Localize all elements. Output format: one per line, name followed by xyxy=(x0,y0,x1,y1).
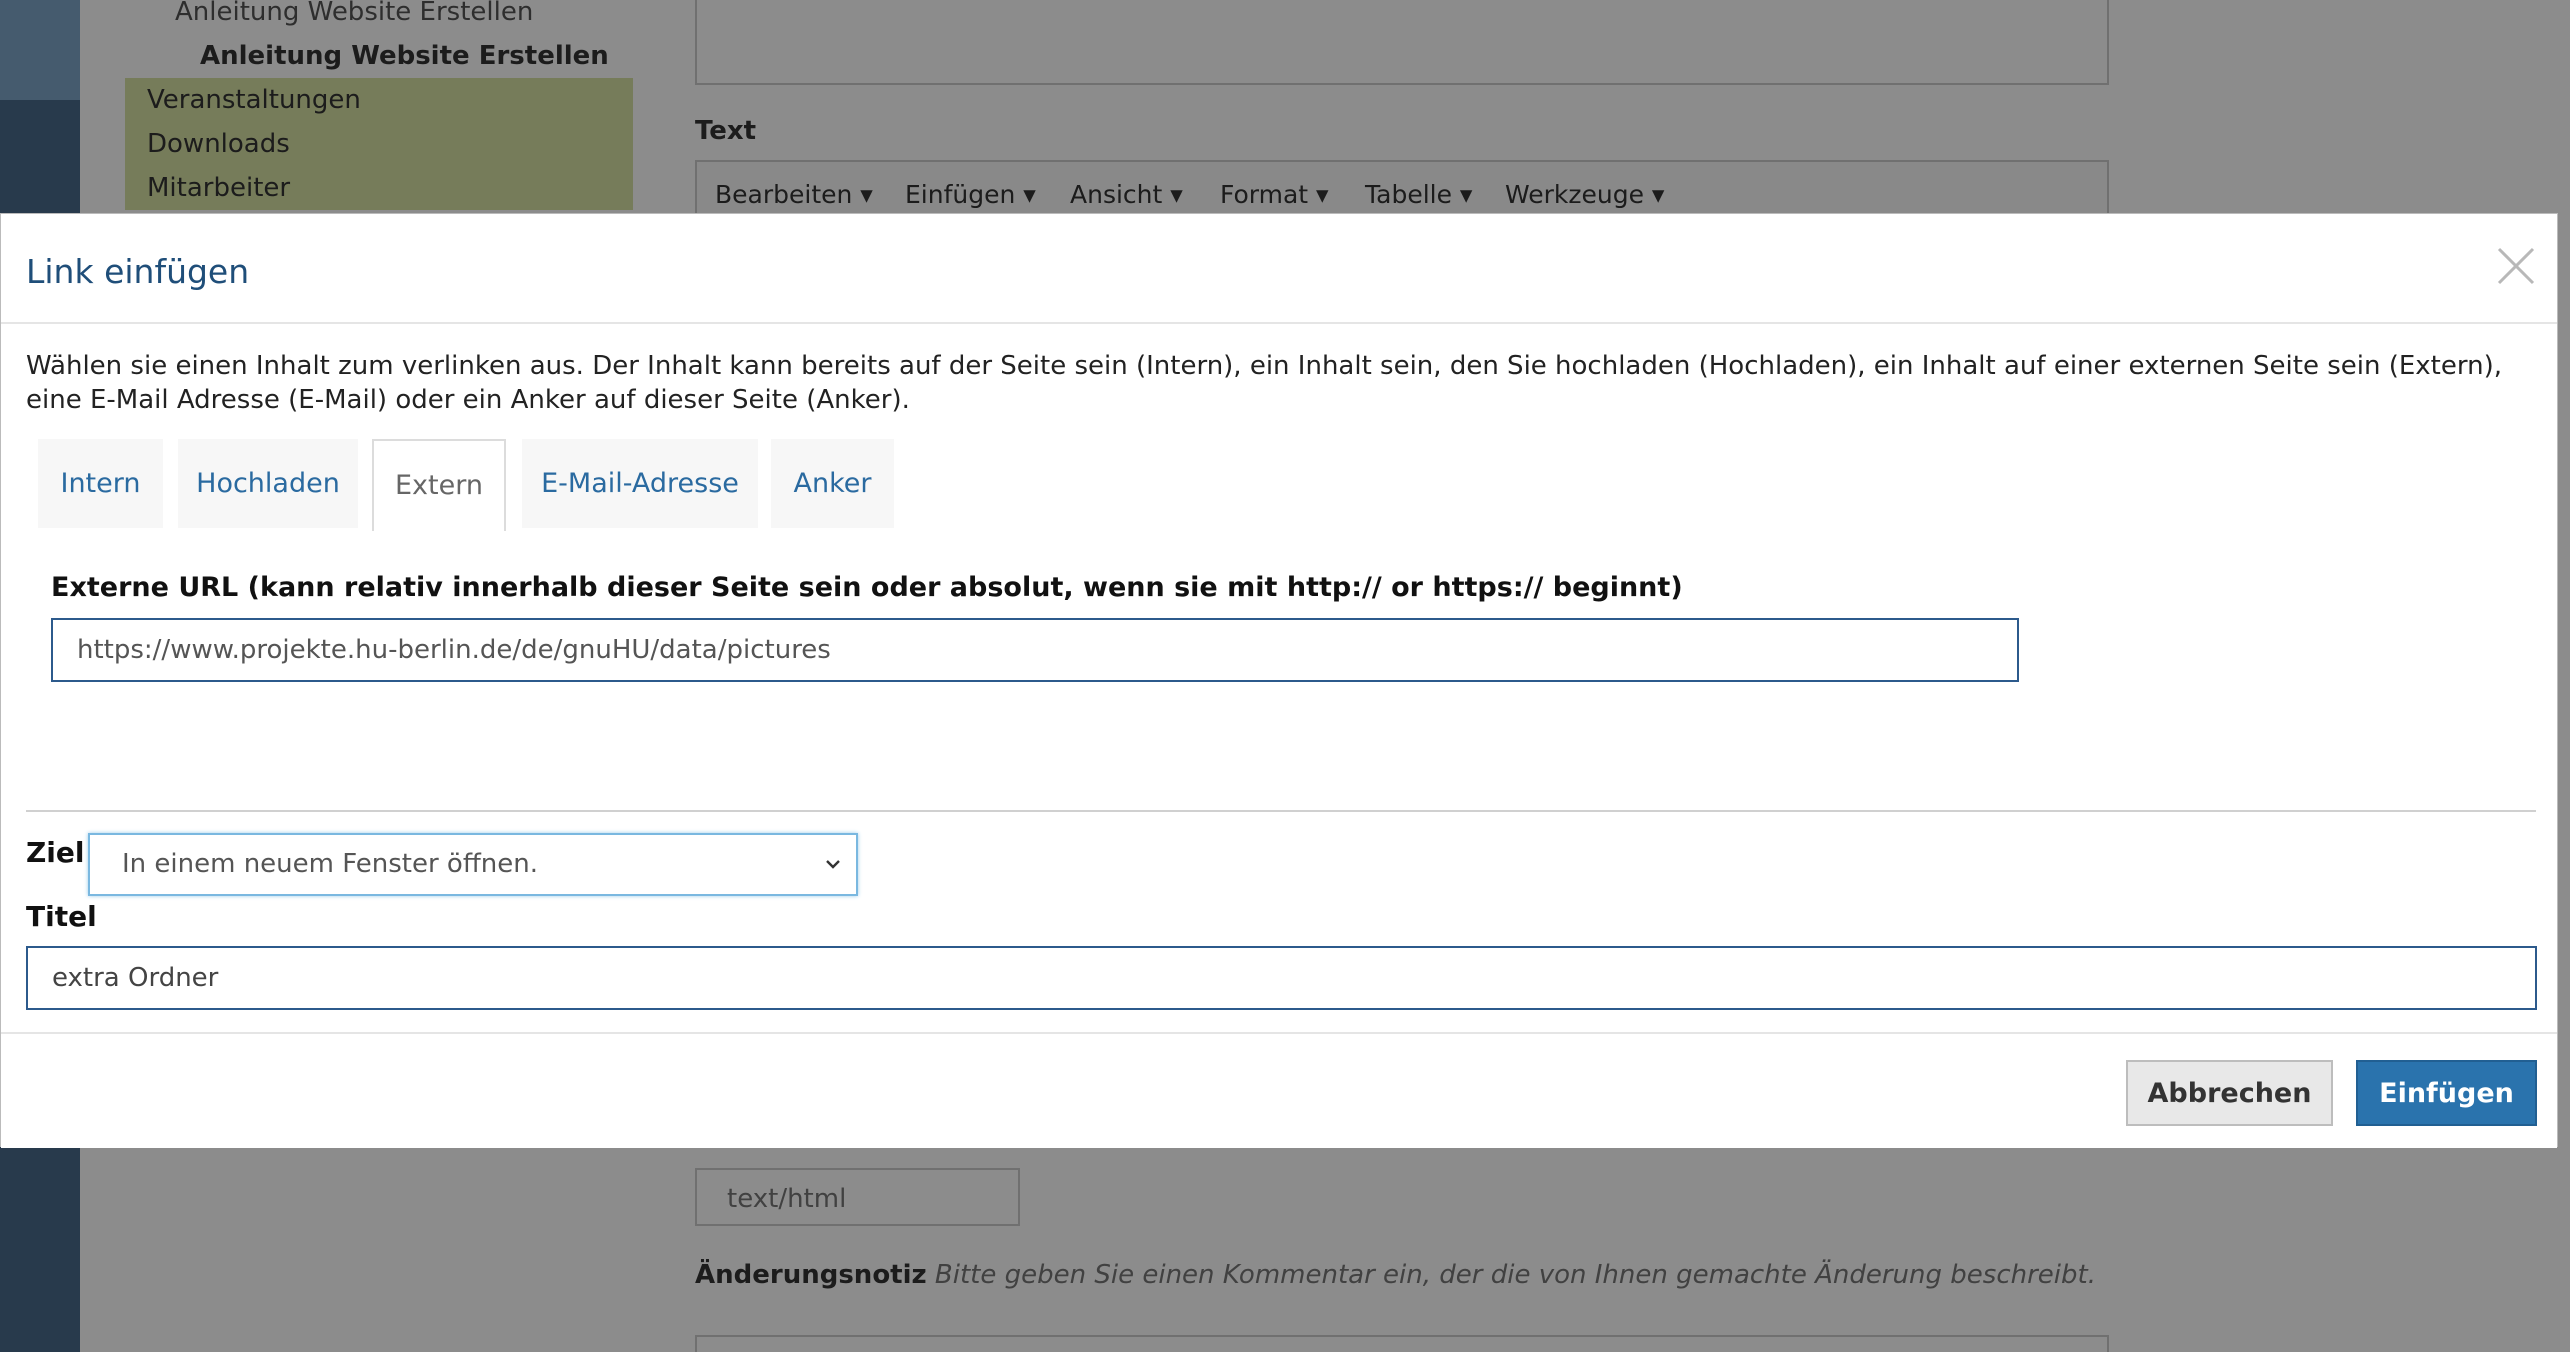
tab-intern[interactable]: Intern xyxy=(38,439,163,528)
tab-anker[interactable]: Anker xyxy=(771,439,894,528)
dialog-footer: Abbrechen Einfügen xyxy=(1,1032,2557,1148)
close-button[interactable] xyxy=(2486,229,2546,299)
dialog-header: Link einfügen xyxy=(1,214,2557,324)
target-label: Ziel xyxy=(26,836,85,869)
target-select-value: In einem neuem Fenster öffnen. xyxy=(122,849,538,879)
close-icon xyxy=(2497,247,2535,285)
dialog-title: Link einfügen xyxy=(26,252,250,291)
title-label: Titel xyxy=(26,900,97,933)
tab-email[interactable]: E-Mail-Adresse xyxy=(522,439,758,528)
dialog-description: Wählen sie einen Inhalt zum verlinken au… xyxy=(26,351,2502,415)
chevron-down-icon xyxy=(826,860,840,869)
insert-button[interactable]: Einfügen xyxy=(2356,1060,2537,1126)
external-url-label: Externe URL (kann relativ innerhalb dies… xyxy=(51,572,1683,603)
target-select[interactable]: In einem neuem Fenster öffnen. xyxy=(88,833,858,896)
section-divider xyxy=(26,810,2536,812)
external-url-input[interactable] xyxy=(51,618,2019,682)
insert-link-dialog: Link einfügen Wählen sie einen Inhalt zu… xyxy=(0,213,2558,1148)
title-input[interactable] xyxy=(26,946,2537,1010)
cancel-button[interactable]: Abbrechen xyxy=(2126,1060,2333,1126)
tab-extern[interactable]: Extern xyxy=(372,439,506,531)
tab-hochladen[interactable]: Hochladen xyxy=(178,439,358,528)
